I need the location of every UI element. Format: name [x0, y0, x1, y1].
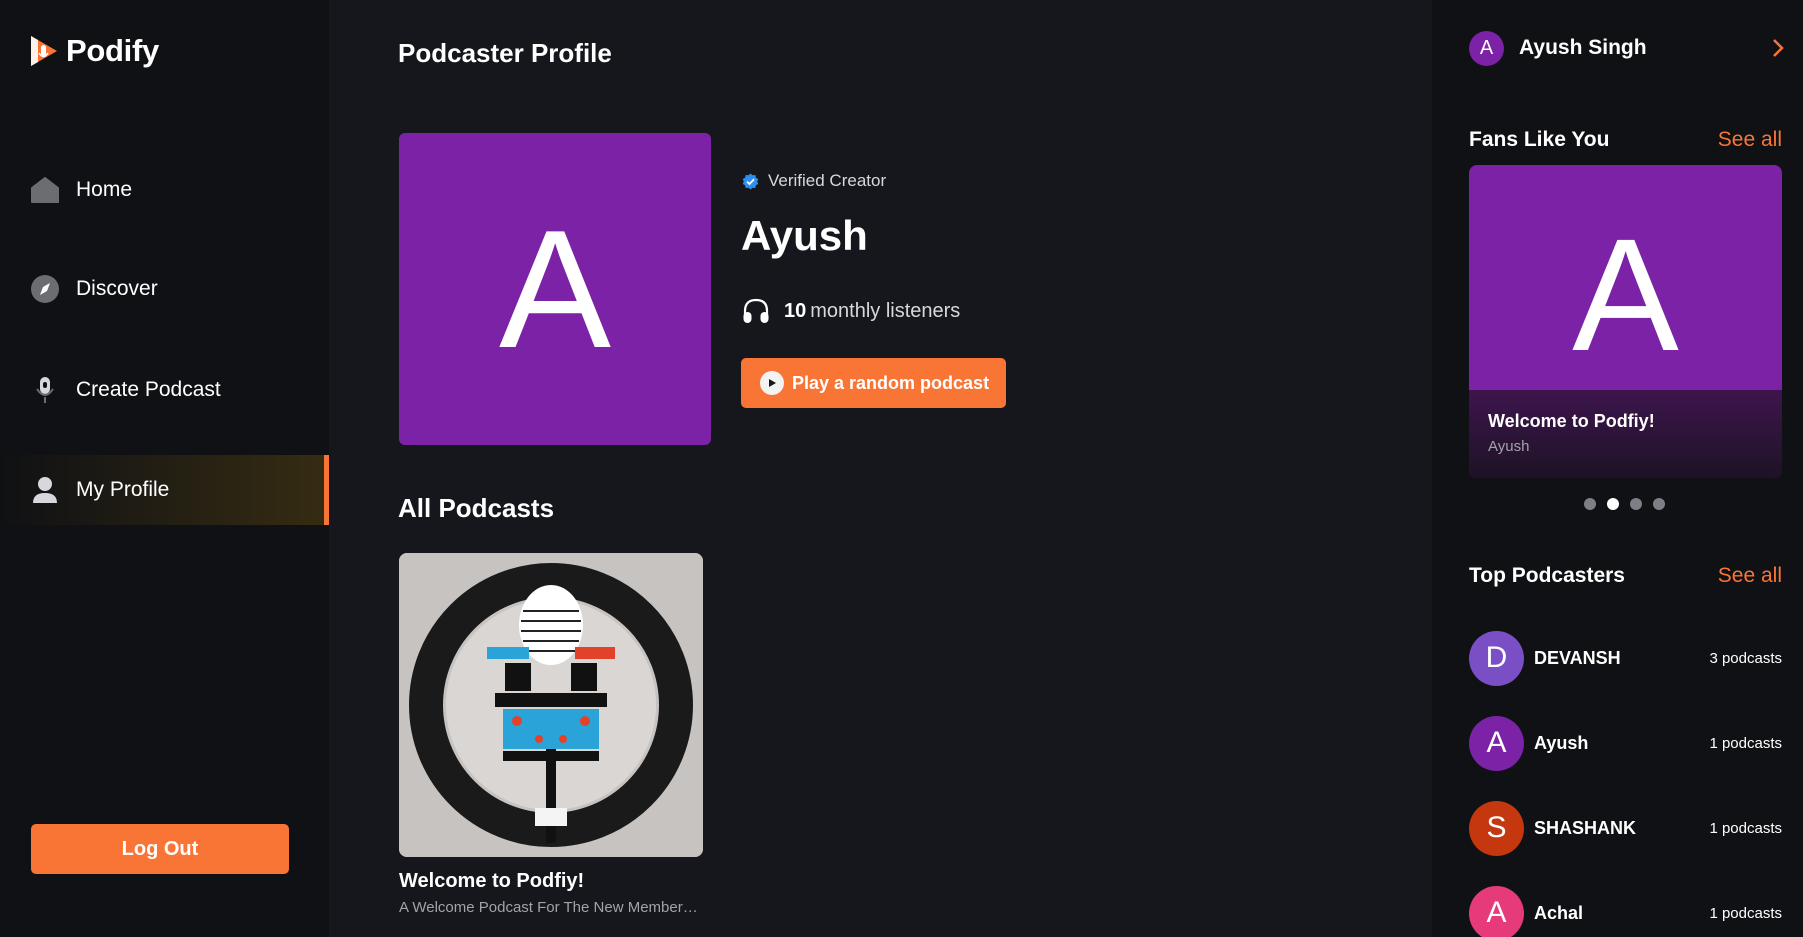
creator-name: Ayush	[741, 212, 868, 259]
podcast-count: 1 podcasts	[1709, 819, 1782, 837]
user-icon	[30, 475, 60, 505]
podcast-title: Welcome to Podfiy!	[399, 870, 585, 892]
app: Podify Home Discover Create Podcast My P	[0, 0, 1803, 937]
carousel-dot-active[interactable]	[1607, 498, 1619, 510]
avatar: A	[1469, 715, 1524, 771]
microphone-icon	[30, 375, 60, 405]
play-random-podcast-button[interactable]: Play a random podcast	[741, 358, 1006, 408]
sidebar-item-my-profile[interactable]: My Profile	[0, 455, 329, 525]
fans-like-you-heading: Fans Like You	[1469, 128, 1610, 151]
sidebar-item-label: Home	[76, 178, 133, 201]
podcast-description: A Welcome Podcast For The New Members Of…	[399, 899, 703, 916]
podcast-count: 1 podcasts	[1709, 734, 1782, 752]
carousel-dots	[1584, 498, 1665, 510]
avatar: S	[1469, 800, 1524, 856]
top-podcasters-heading: Top Podcasters	[1469, 564, 1625, 587]
logout-button[interactable]: Log Out	[31, 824, 289, 874]
sidebar-item-label: My Profile	[76, 478, 170, 501]
listener-suffix: monthly listeners	[810, 299, 961, 322]
podcaster-name: DEVANSH	[1534, 647, 1621, 668]
verified-badge: Verified Creator	[742, 171, 886, 191]
carousel-dot[interactable]	[1653, 498, 1665, 510]
podcaster-name: Ayush	[1534, 732, 1589, 753]
sidebar-item-label: Create Podcast	[76, 378, 221, 401]
podcast-card[interactable]: Welcome to Podfiy! A Welcome Podcast For…	[399, 553, 703, 916]
podcaster-row[interactable]: S SHASHANK 1 podcasts	[1469, 800, 1782, 856]
verified-icon	[742, 173, 759, 189]
listener-count: 10	[784, 299, 807, 322]
carousel-dot[interactable]	[1630, 498, 1642, 510]
avatar: A	[1469, 30, 1504, 66]
sidebar-item-discover[interactable]: Discover	[0, 254, 329, 324]
fan-podcast-card[interactable]: A Welcome to Podfiy! Ayush	[1469, 165, 1782, 478]
podcast-count: 1 podcasts	[1709, 904, 1782, 922]
podcaster-name: SHASHANK	[1534, 817, 1637, 838]
podcaster-row[interactable]: D DEVANSH 3 podcasts	[1469, 630, 1782, 686]
compass-icon	[30, 274, 60, 304]
left-sidebar: Podify Home Discover Create Podcast My P	[0, 0, 329, 937]
podcaster-row[interactable]: A Ayush 1 podcasts	[1469, 715, 1782, 771]
podify-logo-icon	[31, 36, 57, 66]
fan-card-author: Ayush	[1488, 438, 1530, 455]
podcast-count: 3 podcasts	[1709, 649, 1782, 667]
verified-label: Verified Creator	[768, 171, 887, 190]
logo[interactable]: Podify	[28, 33, 159, 69]
play-icon	[760, 371, 784, 395]
page-title: Podcaster Profile	[398, 38, 612, 68]
sidebar-item-home[interactable]: Home	[0, 155, 329, 225]
top-podcasters-see-all-link[interactable]: See all	[1718, 564, 1782, 588]
user-name: Ayush Singh	[1519, 36, 1647, 59]
fan-card-info: Welcome to Podfiy! Ayush	[1469, 390, 1782, 478]
right-sidebar: A Ayush Singh Fans Like You See all A We…	[1432, 0, 1803, 937]
fans-see-all-link[interactable]: See all	[1718, 128, 1782, 152]
microphone-illustration	[399, 553, 703, 857]
carousel-dot[interactable]	[1584, 498, 1596, 510]
podcast-thumbnail	[399, 553, 703, 857]
profile-avatar: A	[399, 133, 711, 445]
fan-card-avatar: A	[1572, 205, 1679, 384]
monthly-listeners: 10 monthly listeners	[742, 298, 960, 324]
avatar: A	[1469, 885, 1524, 937]
headphones-icon	[743, 298, 769, 323]
app-name: Podify	[66, 33, 159, 68]
main-content: Podcaster Profile A Verified Creator Ayu…	[329, 0, 1432, 937]
avatar: D	[1469, 630, 1524, 686]
play-random-label: Play a random podcast	[792, 372, 990, 393]
sidebar-item-create-podcast[interactable]: Create Podcast	[0, 355, 329, 425]
home-icon	[30, 175, 60, 205]
podcaster-row[interactable]: A Achal 1 podcasts	[1469, 885, 1782, 937]
chevron-right-icon[interactable]	[1771, 38, 1785, 58]
current-user[interactable]: A Ayush Singh	[1469, 30, 1785, 66]
all-podcasts-title: All Podcasts	[398, 493, 555, 523]
sidebar-item-label: Discover	[76, 277, 158, 300]
fan-card-title: Welcome to Podfiy!	[1488, 411, 1655, 431]
podcaster-name: Achal	[1534, 902, 1584, 923]
